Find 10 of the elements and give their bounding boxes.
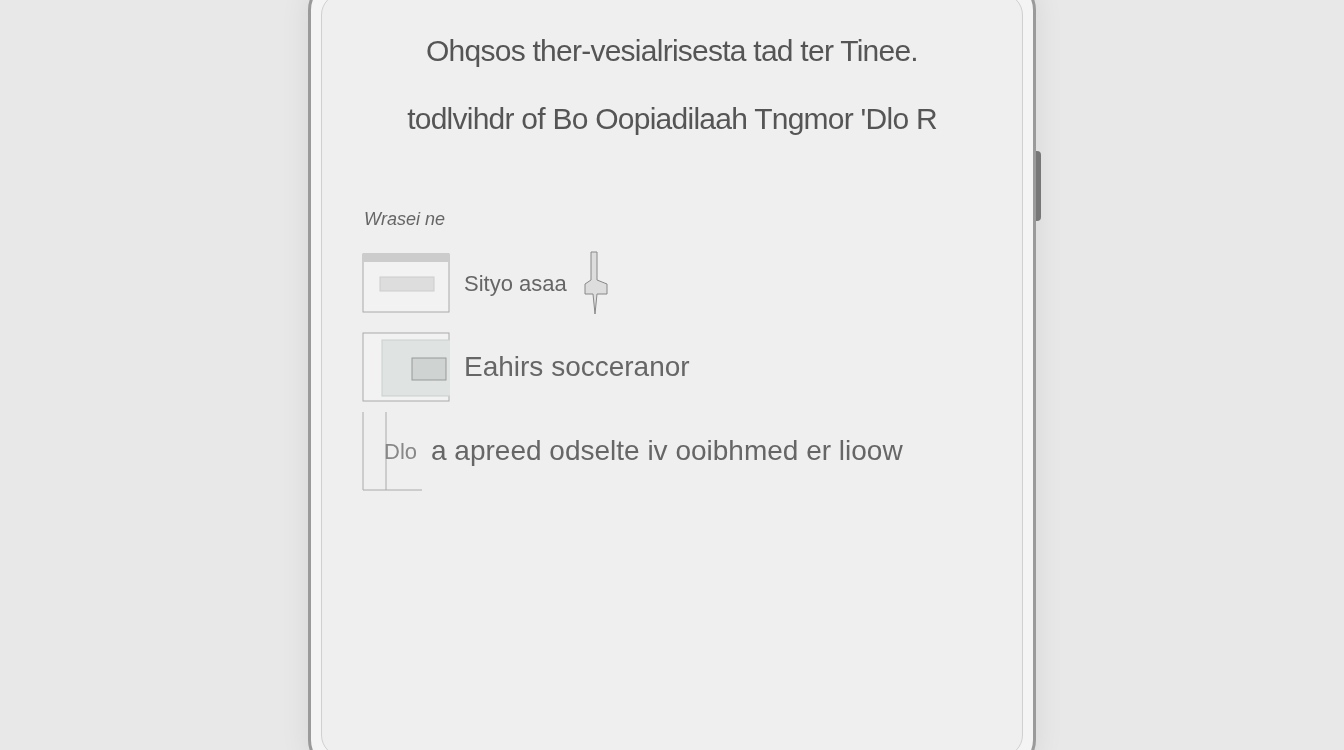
app-window-icon bbox=[362, 253, 450, 313]
list-item-text[interactable]: a apreed odselte iv ooibhmed er lioow bbox=[431, 430, 903, 472]
heading-text: todlvihdr of Bo Oopiadilaah Tngmor 'Dlo R bbox=[407, 104, 937, 134]
document-icon bbox=[362, 411, 422, 491]
section-label: Wrasei ne bbox=[364, 209, 446, 229]
list-item-text[interactable]: Sityo asaa bbox=[464, 266, 567, 300]
item-prefix: Dlo bbox=[384, 437, 417, 466]
list-item-text[interactable]: Eahirs socceranor bbox=[464, 346, 690, 388]
heading-text: Ohqsos ther-vesialrisesta tad ter Tinee. bbox=[426, 36, 918, 66]
window-icon bbox=[362, 332, 450, 402]
